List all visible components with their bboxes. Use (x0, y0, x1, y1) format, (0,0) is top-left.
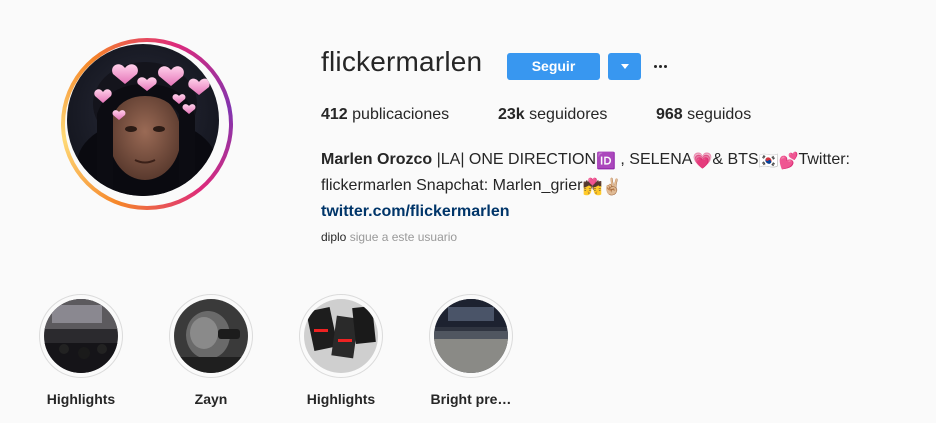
followed-by-text: sigue a este usuario (346, 230, 458, 244)
highlight-ring (429, 294, 513, 378)
followers-count: 23k (498, 106, 525, 123)
bio: Marlen Orozco |LA| ONE DIRECTION🆔 , SELE… (321, 148, 881, 224)
heart-emoji-icon: 💗 (692, 153, 713, 170)
kiss-emoji-icon: 💏 (582, 179, 603, 196)
highlight-label: Bright pre… (430, 391, 512, 407)
highlight-label: Highlights (306, 391, 376, 407)
external-link[interactable]: twitter.com/flickermarlen (321, 200, 510, 224)
highlight-item[interactable]: Highlights (291, 294, 391, 407)
posts-label: publicaciones (352, 106, 450, 123)
posts-count: 412 (321, 106, 348, 123)
two-hearts-emoji-icon: 💕 (778, 153, 799, 170)
following-stat[interactable]: 968 seguidos (656, 106, 751, 124)
avatar-photo (77, 62, 217, 196)
highlight-label: Zayn (194, 391, 228, 407)
korea-flag-emoji-icon: 🇰🇷 (758, 153, 779, 170)
following-label: seguidos (687, 106, 752, 123)
highlight-cover (174, 299, 248, 373)
highlight-ring (169, 294, 253, 378)
more-options-icon (653, 65, 657, 68)
chevron-down-icon (621, 64, 629, 69)
id-emoji-icon: 🆔 (596, 153, 616, 170)
bio-line-2: flickermarlen Snapchat: Marlen_grier💏✌🏼 (321, 174, 881, 200)
highlight-ring (39, 294, 123, 378)
highlight-cover (434, 299, 508, 373)
followed-by: diplo sigue a este usuario (321, 230, 457, 244)
more-options-button[interactable] (651, 55, 669, 75)
highlight-item[interactable]: Bright pre… (421, 294, 521, 407)
follow-button[interactable]: Seguir (507, 53, 600, 80)
bio-line-1: Marlen Orozco |LA| ONE DIRECTION🆔 , SELE… (321, 148, 881, 174)
posts-stat: 412 publicaciones (321, 106, 449, 124)
profile-page: flickermarlen Seguir 412 publicaciones 2… (0, 0, 936, 423)
highlight-ring (299, 294, 383, 378)
following-count: 968 (656, 106, 683, 123)
avatar[interactable] (67, 44, 219, 196)
followers-label: seguidores (529, 106, 608, 123)
highlight-cover (304, 299, 378, 373)
followers-stat[interactable]: 23k seguidores (498, 106, 607, 124)
suggestions-dropdown-button[interactable] (608, 53, 641, 80)
followed-by-user[interactable]: diplo (321, 230, 346, 244)
victory-hand-emoji-icon: ✌🏼 (602, 179, 623, 196)
highlight-item[interactable]: Zayn (161, 294, 261, 407)
highlight-cover (44, 299, 118, 373)
full-name: Marlen Orozco (321, 151, 433, 168)
highlight-label: Highlights (46, 391, 116, 407)
username: flickermarlen (321, 46, 483, 77)
story-ring[interactable] (61, 38, 233, 210)
highlight-item[interactable]: Highlights (31, 294, 131, 407)
